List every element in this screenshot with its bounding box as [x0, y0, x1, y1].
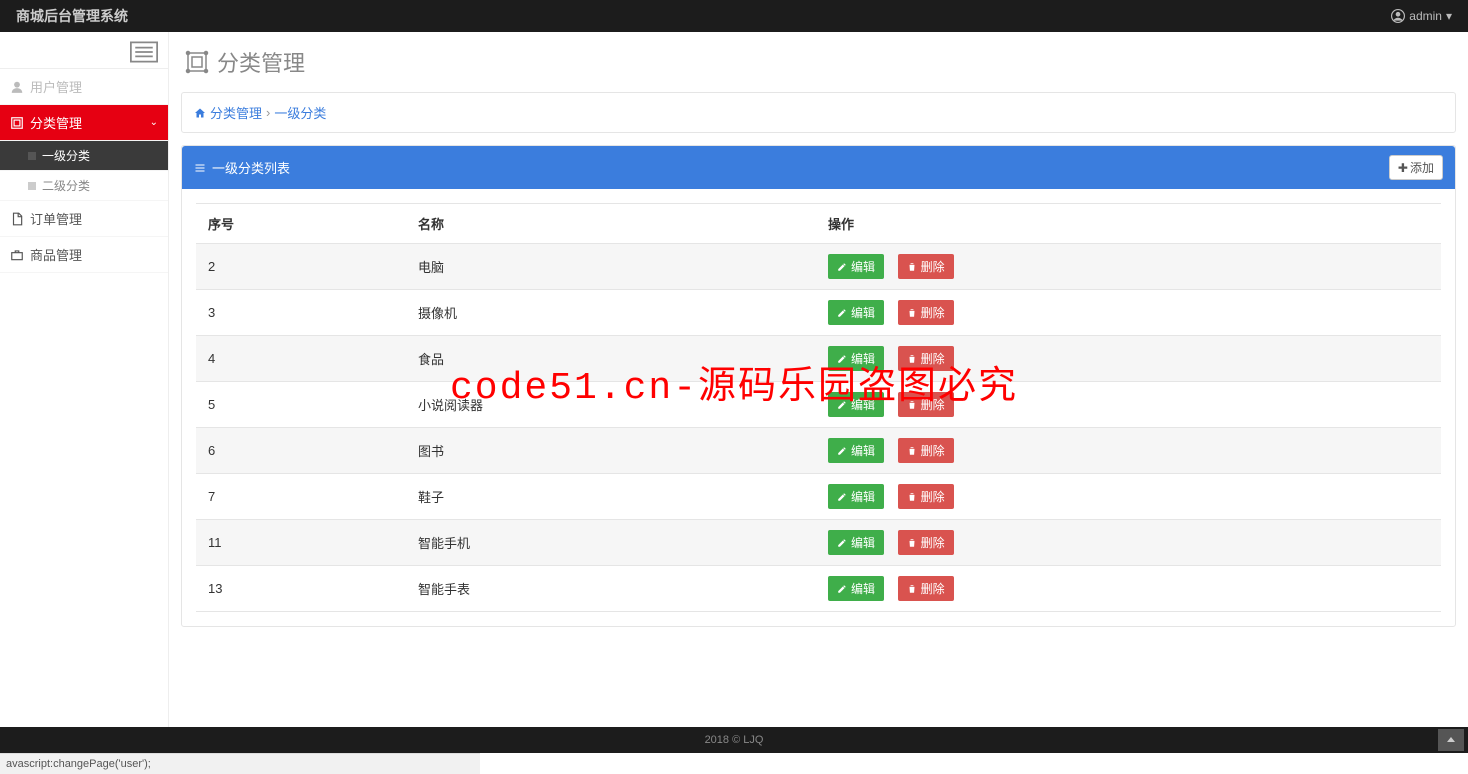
- sidebar-item-category[interactable]: 分类管理 ⌄: [0, 105, 168, 141]
- cell-id: 7: [196, 474, 406, 520]
- cell-name: 摄像机: [406, 290, 816, 336]
- sidebar-toggle[interactable]: [0, 32, 168, 69]
- panel-header: 一级分类列表 ✚ 添加: [182, 146, 1455, 189]
- category-table: 序号 名称 操作 2 电脑 编辑 删除 3 摄像机: [196, 203, 1441, 612]
- cell-actions: 编辑 删除: [816, 428, 1441, 474]
- list-icon: [194, 162, 206, 174]
- document-icon: [10, 212, 24, 226]
- sidebar-submenu: 一级分类 二级分类: [0, 141, 168, 201]
- delete-button[interactable]: 删除: [898, 346, 954, 371]
- th-name: 名称: [406, 204, 816, 244]
- cell-name: 食品: [406, 336, 816, 382]
- add-button[interactable]: ✚ 添加: [1389, 155, 1443, 180]
- edit-button[interactable]: 编辑: [828, 254, 884, 279]
- chevron-down-icon: ⌄: [150, 117, 158, 128]
- cell-actions: 编辑 删除: [816, 244, 1441, 290]
- sidebar: 用户管理 分类管理 ⌄ 一级分类 二级分类 订单管理: [0, 32, 169, 727]
- sidebar-item-label: 商品管理: [30, 245, 82, 264]
- sidebar-item-label: 用户管理: [30, 77, 82, 96]
- cell-id: 13: [196, 566, 406, 612]
- panel: 一级分类列表 ✚ 添加 序号 名称 操作 2: [181, 145, 1456, 627]
- table-row: 5 小说阅读器 编辑 删除: [196, 382, 1441, 428]
- caret-down-icon: ▾: [1446, 9, 1452, 23]
- table-row: 7 鞋子 编辑 删除: [196, 474, 1441, 520]
- cell-name: 智能手表: [406, 566, 816, 612]
- breadcrumb-separator: ›: [266, 105, 270, 120]
- delete-button[interactable]: 删除: [898, 576, 954, 601]
- cell-actions: 编辑 删除: [816, 474, 1441, 520]
- cell-actions: 编辑 删除: [816, 382, 1441, 428]
- main-content: 分类管理 分类管理 › 一级分类 一级分类列表 ✚ 添加: [169, 32, 1468, 727]
- home-icon: [194, 107, 206, 119]
- footer: 2018 © LJQ: [0, 727, 1468, 753]
- cell-actions: 编辑 删除: [816, 520, 1441, 566]
- page-title: 分类管理: [181, 42, 1456, 92]
- cell-id: 5: [196, 382, 406, 428]
- cell-name: 智能手机: [406, 520, 816, 566]
- delete-button[interactable]: 删除: [898, 484, 954, 509]
- table-row: 6 图书 编辑 删除: [196, 428, 1441, 474]
- cell-name: 鞋子: [406, 474, 816, 520]
- edit-button[interactable]: 编辑: [828, 576, 884, 601]
- sidebar-item-label: 分类管理: [30, 113, 82, 132]
- edit-button[interactable]: 编辑: [828, 484, 884, 509]
- edit-button[interactable]: 编辑: [828, 346, 884, 371]
- th-actions: 操作: [816, 204, 1441, 244]
- footer-text: 2018 © LJQ: [705, 734, 764, 746]
- table-row: 13 智能手表 编辑 删除: [196, 566, 1441, 612]
- cell-id: 6: [196, 428, 406, 474]
- delete-button[interactable]: 删除: [898, 438, 954, 463]
- table-row: 2 电脑 编辑 删除: [196, 244, 1441, 290]
- delete-button[interactable]: 删除: [898, 530, 954, 555]
- plus-icon: ✚: [1398, 161, 1408, 175]
- status-bar: avascript:changePage('user');: [0, 753, 480, 774]
- cell-id: 4: [196, 336, 406, 382]
- edit-button[interactable]: 编辑: [828, 392, 884, 417]
- sidebar-subitem-label: 一级分类: [42, 147, 90, 164]
- table-row: 11 智能手机 编辑 删除: [196, 520, 1441, 566]
- sidebar-item-orders[interactable]: 订单管理: [0, 201, 168, 237]
- sidebar-subitem-level1[interactable]: 一级分类: [0, 141, 168, 171]
- user-name: admin: [1409, 9, 1442, 23]
- edit-button[interactable]: 编辑: [828, 438, 884, 463]
- app-brand: 商城后台管理系统: [16, 6, 128, 26]
- edit-button[interactable]: 编辑: [828, 530, 884, 555]
- delete-button[interactable]: 删除: [898, 254, 954, 279]
- delete-button[interactable]: 删除: [898, 300, 954, 325]
- cell-id: 11: [196, 520, 406, 566]
- cell-name: 图书: [406, 428, 816, 474]
- sidebar-item-users[interactable]: 用户管理: [0, 69, 168, 105]
- delete-button[interactable]: 删除: [898, 392, 954, 417]
- topbar: 商城后台管理系统 admin ▾: [0, 0, 1468, 32]
- category-icon: [10, 116, 24, 130]
- sidebar-item-products[interactable]: 商品管理: [0, 237, 168, 273]
- table-row: 3 摄像机 编辑 删除: [196, 290, 1441, 336]
- briefcase-icon: [10, 248, 24, 262]
- cell-id: 2: [196, 244, 406, 290]
- table-row: 4 食品 编辑 删除: [196, 336, 1441, 382]
- breadcrumb-link-category[interactable]: 分类管理: [210, 103, 262, 122]
- square-icon: [28, 152, 36, 160]
- breadcrumb-link-level1[interactable]: 一级分类: [274, 103, 326, 122]
- scroll-top-button[interactable]: [1438, 729, 1464, 751]
- sidebar-subitem-level2[interactable]: 二级分类: [0, 171, 168, 201]
- cell-name: 小说阅读器: [406, 382, 816, 428]
- cell-id: 3: [196, 290, 406, 336]
- cell-actions: 编辑 删除: [816, 336, 1441, 382]
- edit-button[interactable]: 编辑: [828, 300, 884, 325]
- cell-actions: 编辑 删除: [816, 566, 1441, 612]
- panel-title: 一级分类列表: [212, 158, 290, 177]
- sidebar-item-label: 订单管理: [30, 209, 82, 228]
- th-id: 序号: [196, 204, 406, 244]
- user-menu[interactable]: admin ▾: [1391, 9, 1452, 23]
- user-icon: [1391, 9, 1405, 23]
- user-icon: [10, 80, 24, 94]
- cell-actions: 编辑 删除: [816, 290, 1441, 336]
- cell-name: 电脑: [406, 244, 816, 290]
- square-icon: [28, 182, 36, 190]
- breadcrumb: 分类管理 › 一级分类: [181, 92, 1456, 133]
- sidebar-subitem-label: 二级分类: [42, 177, 90, 194]
